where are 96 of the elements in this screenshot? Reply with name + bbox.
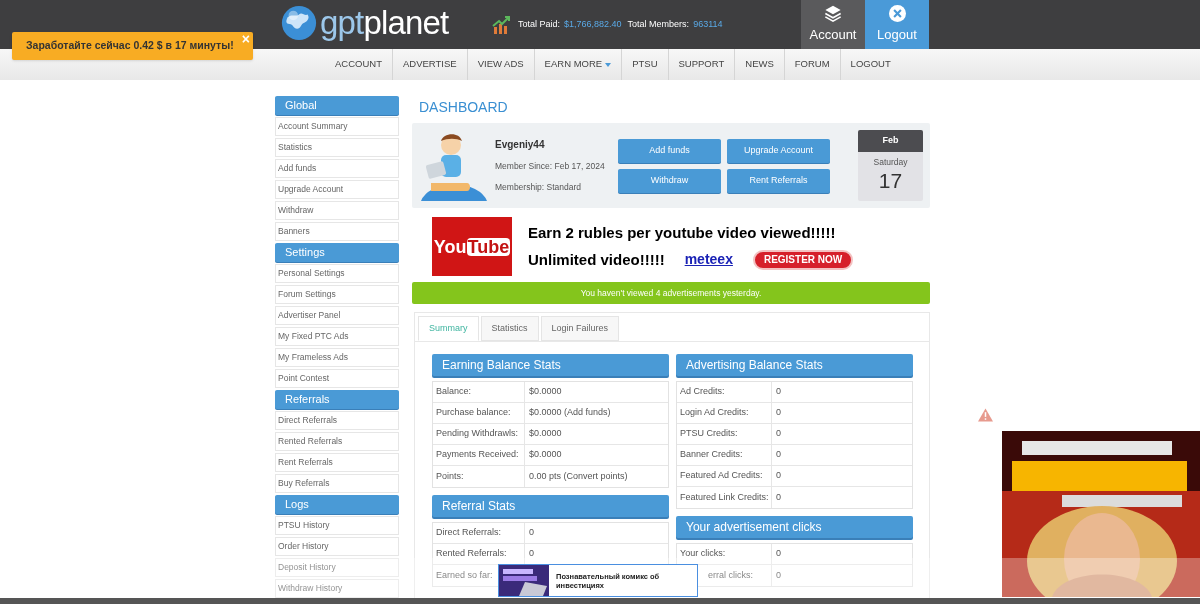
sidebar-link[interactable]: Forum Settings	[275, 285, 399, 304]
sidebar-link[interactable]: Withdraw History	[275, 579, 399, 598]
stat-value: 0	[776, 568, 781, 582]
stat-value: 963114	[693, 17, 723, 31]
stat-label: Featured Link Credits:	[680, 490, 769, 504]
page-title: DASHBOARD	[418, 98, 509, 117]
panel-header: Advertising Balance Stats	[676, 354, 913, 376]
stat-label: Points:	[436, 469, 464, 483]
sidebar-link[interactable]: Personal Settings	[275, 264, 399, 283]
sidebar-link[interactable]: Rented Referrals	[275, 432, 399, 451]
stat-value: $0.0000 (Add funds)	[529, 406, 611, 420]
stat-label: Pending Withdrawls:	[436, 427, 519, 441]
date-weekday: Saturday	[873, 156, 908, 169]
sidebar-link[interactable]: My Frameless Ads	[275, 348, 399, 367]
nav-link[interactable]: ACCOUNT	[325, 49, 392, 80]
stat-label: Ad Credits:	[680, 385, 725, 399]
stat-value: 0	[776, 406, 781, 420]
stat-label: Purchase balance:	[436, 406, 511, 420]
stat-label: erral clicks:	[708, 568, 753, 582]
sidebar-link[interactable]: Order History	[275, 537, 399, 556]
stat-label: Direct Referrals:	[436, 526, 501, 540]
stat-label: Total Members:	[627, 17, 690, 31]
sidebar-link[interactable]: Rent Referrals	[275, 453, 399, 472]
growth-chart-icon	[492, 14, 512, 35]
account-button[interactable]: Account	[801, 0, 865, 49]
close-icon	[888, 4, 906, 22]
nav-link[interactable]: EARN MORE	[533, 49, 622, 80]
sidebar-link[interactable]: Statistics	[275, 138, 399, 157]
stat-value: 0	[776, 427, 781, 441]
notice-bar: You haven't viewed 4 advertisements yesterday.	[412, 282, 930, 304]
nav-link[interactable]: PTSU	[621, 49, 668, 80]
sidebar-link[interactable]: Buy Referrals	[275, 474, 399, 493]
sidebar-link[interactable]: PTSU History	[275, 516, 399, 535]
nav-link[interactable]: SUPPORT	[667, 49, 735, 80]
ad-headline: Earn 2 rubles per youtube video viewed!!!!!	[528, 223, 837, 243]
stat-label: Rented Referrals:	[436, 547, 507, 561]
stat-value: 0	[776, 490, 781, 504]
stat-value: $0.0000	[529, 427, 562, 441]
stat-value: 0	[776, 385, 781, 399]
sidebar-link[interactable]: Add funds	[275, 159, 399, 178]
panel-header: Your advertisement clicks	[676, 516, 913, 538]
tab[interactable]: Statistics	[480, 316, 539, 341]
nav-link[interactable]: FORUM	[783, 49, 840, 80]
sidebar-link[interactable]: Point Contest	[275, 369, 399, 388]
nav-link[interactable]: VIEW ADS	[466, 49, 534, 80]
stat-value: $0.0000	[529, 385, 562, 399]
sidebar-link[interactable]: Direct Referrals	[275, 411, 399, 430]
stat-value: $0.0000	[529, 448, 562, 462]
stat-value: 0	[776, 448, 781, 462]
username: Evgeniy44	[495, 138, 546, 153]
register-button[interactable]: REGISTER NOW	[752, 249, 854, 270]
toast-text: Заработайте сейчас 0.42 $ в 17 минуты!	[26, 38, 234, 54]
stat-label: Payments Received:	[436, 448, 519, 462]
sidebar-heading: Referrals	[275, 390, 399, 409]
sidebar-link[interactable]: My Fixed PTC Ads	[275, 327, 399, 346]
layers-icon	[824, 4, 842, 22]
sidebar-link[interactable]: Account Summary	[275, 117, 399, 136]
panel-header: Referral Stats	[432, 495, 669, 517]
stat-label: Balance:	[436, 385, 472, 399]
sidebar-heading: Logs	[275, 495, 399, 514]
stat-label: Your clicks:	[680, 547, 726, 561]
sidebar-link[interactable]: Deposit History	[275, 558, 399, 577]
stat-value: 0	[776, 469, 781, 483]
sidebar-link[interactable]: Withdraw	[275, 201, 399, 220]
member-since: Member Since: Feb 17, 2024	[495, 160, 606, 173]
tab[interactable]: Login Failures	[540, 316, 620, 341]
stat-label: Featured Ad Credits:	[680, 469, 763, 483]
stat-value: 0.00 pts (Convert points)	[529, 469, 628, 483]
globe-icon	[280, 3, 318, 42]
nav-link[interactable]: NEWS	[734, 49, 784, 80]
stat-value: $1,766,882.40	[564, 17, 622, 31]
logo-text: gptplanet	[320, 6, 449, 39]
sidebar-link[interactable]: Advertiser Panel	[275, 306, 399, 325]
stat-value: 0	[529, 526, 534, 540]
sidebar-link[interactable]: Banners	[275, 222, 399, 241]
stat-label: Login Ad Credits:	[680, 406, 749, 420]
stat-label: Earned so far:	[436, 568, 493, 582]
logo-text: YouTube	[433, 237, 511, 256]
date-month: Feb	[858, 130, 923, 152]
stat-value: 0	[776, 547, 781, 561]
nav-link[interactable]: ADVERTISE	[392, 49, 467, 80]
panel-header: Earning Balance Stats	[432, 354, 669, 376]
site-logo[interactable]: gptplanet	[280, 0, 452, 45]
sidebar-heading: Settings	[275, 243, 399, 262]
sidebar-link[interactable]: Upgrade Account	[275, 180, 399, 199]
date-day: 17	[878, 168, 903, 193]
membership: Membership: Standard	[495, 181, 582, 194]
sidebar-heading: Global	[275, 96, 399, 115]
stat-label: Banner Credits:	[680, 448, 743, 462]
warning-icon	[978, 408, 993, 422]
ad-link[interactable]: meteex	[684, 249, 733, 271]
ad-subline: Unlimited video!!!!!	[528, 249, 665, 270]
stat-value: 0	[529, 547, 534, 561]
nav-link[interactable]: LOGOUT	[839, 49, 901, 80]
stat-label: PTSU Credits:	[680, 427, 738, 441]
stat-label: Total Paid:	[518, 17, 561, 31]
